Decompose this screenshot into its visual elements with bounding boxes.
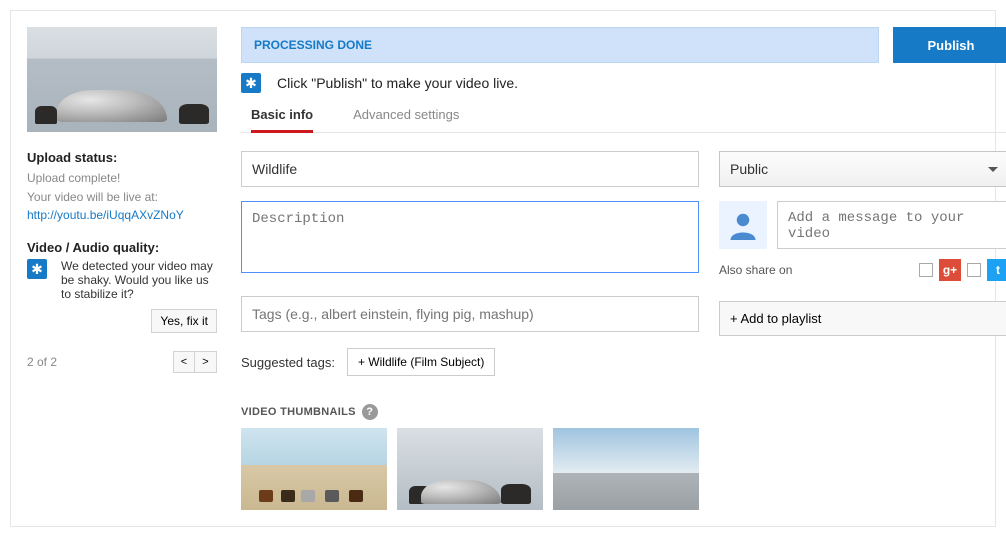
gplus-checkbox[interactable] <box>919 263 933 277</box>
quality-message-row: ✱ We detected your video may be shaky. W… <box>27 259 217 301</box>
tabs: Basic info Advanced settings <box>241 101 1006 133</box>
video-url-link[interactable]: http://youtu.be/iUqqAXvZNoY <box>27 208 184 222</box>
quality-message: We detected your video may be shaky. Wou… <box>61 259 217 301</box>
upload-status-section: Upload status: Upload complete! Your vid… <box>27 150 217 222</box>
thumbnails-label: VIDEO THUMBNAILS <box>241 406 356 418</box>
suggested-tags-row: Suggested tags: + Wildlife (Film Subject… <box>241 348 699 376</box>
pager: < > <box>173 351 217 373</box>
avatar <box>719 201 767 249</box>
share-row <box>719 201 1006 249</box>
publish-hint-text: Click "Publish" to make your video live. <box>277 75 518 91</box>
thumbnails-header: VIDEO THUMBNAILS ? <box>241 404 699 420</box>
pager-text: 2 of 2 <box>27 355 57 369</box>
processing-status-bar: PROCESSING DONE <box>241 27 879 63</box>
privacy-select[interactable]: Public <box>719 151 1006 187</box>
pager-prev-button[interactable]: < <box>173 351 195 373</box>
stabilize-button[interactable]: Yes, fix it <box>151 309 217 333</box>
social-icons: g+ t <box>919 259 1006 281</box>
suggested-tags-label: Suggested tags: <box>241 355 335 370</box>
google-plus-icon[interactable]: g+ <box>939 259 961 281</box>
decor-seal <box>57 90 167 122</box>
twitter-checkbox[interactable] <box>967 263 981 277</box>
chevron-down-icon <box>988 167 998 172</box>
privacy-value: Public <box>730 161 768 177</box>
twitter-icon[interactable]: t <box>987 259 1006 281</box>
status-row: PROCESSING DONE Publish <box>241 27 1006 63</box>
title-input[interactable] <box>241 151 699 187</box>
pager-row: 2 of 2 < > <box>27 351 217 373</box>
add-to-playlist-button[interactable]: + Add to playlist <box>719 301 1006 336</box>
main-panel: PROCESSING DONE Publish ✱ Click "Publish… <box>241 27 1006 510</box>
thumbnail-option-3[interactable] <box>553 428 699 510</box>
tab-advanced-settings[interactable]: Advanced settings <box>353 101 459 132</box>
decor-rock <box>179 104 209 124</box>
quality-label: Video / Audio quality: <box>27 240 217 255</box>
star-icon: ✱ <box>241 73 261 93</box>
tags-input[interactable] <box>241 296 699 332</box>
form-left-column: Suggested tags: + Wildlife (Film Subject… <box>241 151 699 510</box>
tab-basic-info[interactable]: Basic info <box>251 101 313 132</box>
decor-rock <box>35 106 57 124</box>
upload-status-text: Upload complete! <box>27 169 217 188</box>
pager-next-button[interactable]: > <box>195 351 217 373</box>
help-icon[interactable]: ? <box>362 404 378 420</box>
thumbnails-row <box>241 428 699 510</box>
quality-section: Video / Audio quality: ✱ We detected you… <box>27 240 217 333</box>
left-sidebar: Upload status: Upload complete! Your vid… <box>27 27 217 510</box>
publish-button[interactable]: Publish <box>893 27 1006 63</box>
form-row: Suggested tags: + Wildlife (Film Subject… <box>241 151 1006 510</box>
suggested-tag-chip[interactable]: + Wildlife (Film Subject) <box>347 348 495 376</box>
thumbnail-option-2[interactable] <box>397 428 543 510</box>
also-share-label: Also share on <box>719 263 792 277</box>
form-right-column: Public Also share on <box>719 151 1006 510</box>
star-icon: ✱ <box>27 259 47 279</box>
publish-hint-row: ✱ Click "Publish" to make your video liv… <box>241 73 1006 93</box>
thumbnail-option-1[interactable] <box>241 428 387 510</box>
upload-editor-card: Upload status: Upload complete! Your vid… <box>10 10 996 527</box>
video-thumbnail-preview <box>27 27 217 132</box>
share-message-textarea[interactable] <box>777 201 1006 249</box>
description-textarea[interactable] <box>241 201 699 273</box>
live-at-label: Your video will be live at: <box>27 188 217 207</box>
person-icon <box>728 210 758 240</box>
also-share-row: Also share on g+ t <box>719 259 1006 281</box>
upload-status-label: Upload status: <box>27 150 217 165</box>
